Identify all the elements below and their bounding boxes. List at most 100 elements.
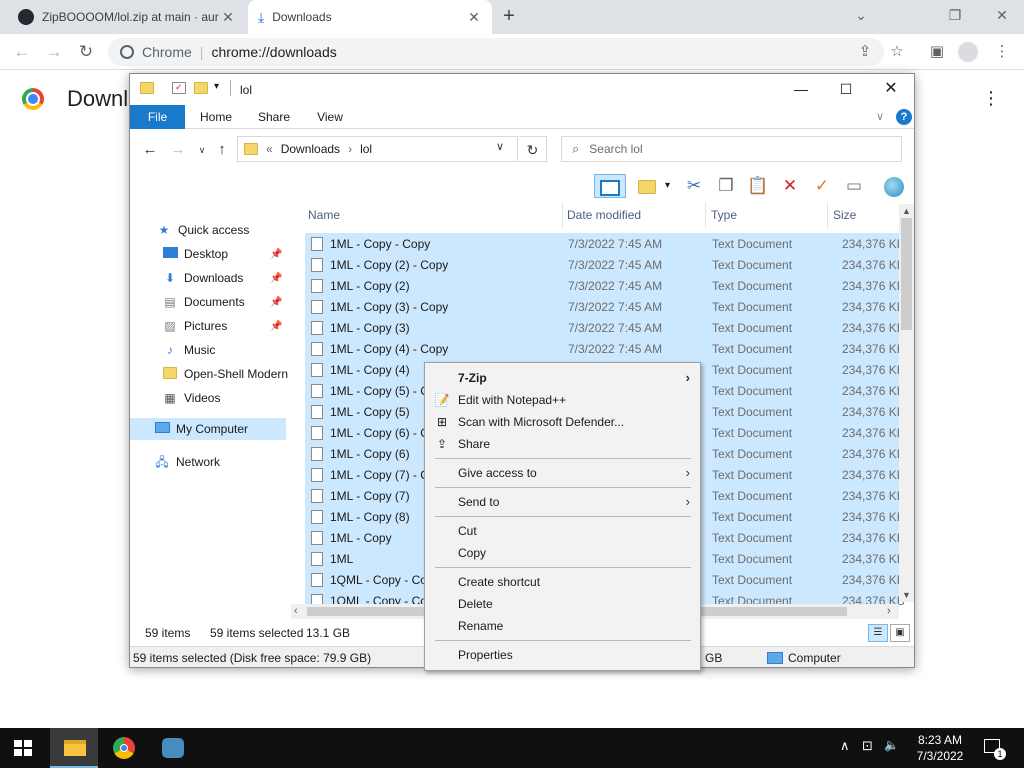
menu-item-properties[interactable]: Properties [425,644,700,666]
tab-home[interactable]: Home [192,105,240,129]
search-input[interactable]: ⌕ Search lol [561,136,902,162]
up-arrow-icon[interactable]: ↑ [212,140,232,160]
scroll-up-icon[interactable]: ▲ [902,206,911,216]
scroll-right-icon[interactable]: › [887,605,891,617]
close-window-button[interactable]: ✕ [982,4,1022,26]
file-row[interactable]: 1ML - Copy (3) - Copy 7/3/2022 7:45 AM Tex… [305,296,905,317]
menu-item-edit-with-notepad[interactable]: 📝 Edit with Notepad++ [425,389,700,411]
windows-start-icon[interactable] [14,740,32,756]
forward-button[interactable]: → [42,40,66,64]
share-page-icon[interactable]: ⇪ [855,42,875,62]
tab-file[interactable]: File [130,105,185,129]
file-row[interactable]: 1ML - Copy (2) - Copy 7/3/2022 7:45 AM Tex… [305,254,905,275]
scroll-down-icon[interactable]: ▼ [902,590,911,600]
help-icon[interactable]: ? [896,109,912,125]
restore-window-button[interactable]: ❐ [935,4,975,26]
minimize-button[interactable]: — [781,78,821,100]
forward-arrow-icon[interactable]: → [168,140,188,160]
column-size[interactable]: Size [830,202,910,228]
profile-avatar-icon[interactable] [958,42,978,62]
folder-options-icon[interactable] [635,174,659,198]
expand-ribbon-icon[interactable]: ∨ [876,110,884,123]
scroll-thumb[interactable] [901,218,912,330]
nav-pictures[interactable]: ▨ Pictures 📌 [130,315,298,337]
customize-qat-icon[interactable]: ▾ [214,81,219,92]
crumb-lol[interactable]: lol [360,142,372,156]
reload-button[interactable]: ↻ [74,40,98,64]
details-view-icon[interactable]: ☰ [868,624,888,642]
folder-options-dropdown-icon[interactable]: ▾ [665,180,670,191]
minimize-window-button[interactable]: ⌄ [841,4,881,26]
tab-github-lol-zip[interactable]: ZipBOOOOM/lol.zip at main · aur ✕ [8,0,246,34]
pin-icon[interactable]: 📌 [270,273,282,284]
clock[interactable]: 8:23 AM 7/3/2022 [900,732,980,764]
chrome-menu-icon[interactable]: ⋮ [992,42,1012,62]
menu-item-share[interactable]: ⇪ Share [425,433,700,455]
address-dropdown-icon[interactable]: ∨ [496,140,504,153]
nav-network[interactable]: 🖧 Network [130,451,298,473]
recent-locations-icon[interactable]: ∨ [192,140,212,160]
pin-icon[interactable]: 📌 [270,321,282,332]
check-icon[interactable]: ✓ [810,174,834,198]
bookmark-star-icon[interactable]: ☆ [887,42,907,62]
menu-item-rename[interactable]: Rename [425,615,700,637]
pin-icon[interactable]: 📌 [270,297,282,308]
menu-item-delete[interactable]: Delete [425,593,700,615]
taskbar-file-explorer[interactable] [50,728,98,768]
nav-open-shell-modern[interactable]: Open-Shell Modern [130,363,298,385]
vertical-scrollbar[interactable]: ▲ ▼ [899,204,914,602]
back-arrow-icon[interactable]: ← [140,140,160,160]
menu-item-copy[interactable]: Copy [425,542,700,564]
nav-my-computer[interactable]: My Computer [130,418,286,440]
delete-icon[interactable]: ✕ [778,174,802,198]
refresh-button[interactable]: ↻ [519,136,547,162]
tab-share[interactable]: Share [250,105,298,129]
column-name[interactable]: Name [305,202,563,228]
scroll-left-icon[interactable]: ‹ [294,605,298,617]
preview-pane-icon[interactable] [594,174,626,198]
copy-icon[interactable]: ❐ [714,174,738,198]
taskbar-chrome[interactable] [100,728,148,768]
menu-item-7-zip[interactable]: 7-Zip › [425,367,700,389]
menu-item-give-access-to[interactable]: Give access to › [425,462,700,484]
properties-icon[interactable]: ✓ [172,82,186,94]
menu-item-scan-with-microsoft-defender[interactable]: ⊞ Scan with Microsoft Defender... [425,411,700,433]
volume-icon[interactable]: 🔈 [884,738,899,752]
maximize-button[interactable]: ☐ [826,78,866,100]
address-overflow[interactable]: « [266,142,273,156]
column-date-modified[interactable]: Date modified [564,202,706,228]
file-row[interactable]: 1ML - Copy (2) 7/3/2022 7:45 AM Text Docum… [305,275,905,296]
close-tab-icon[interactable]: ✕ [466,9,482,26]
file-row[interactable]: 1ML - Copy (3) 7/3/2022 7:45 AM Text Docum… [305,317,905,338]
close-button[interactable]: ✕ [871,78,911,100]
side-panel-icon[interactable]: ▣ [927,42,947,62]
nav-music[interactable]: ♪ Music [130,339,298,361]
globe-icon[interactable] [882,174,906,198]
menu-item-create-shortcut[interactable]: Create shortcut [425,571,700,593]
taskbar-godot[interactable] [148,728,196,768]
nav-documents[interactable]: ▤ Documents 📌 [130,291,298,313]
tray-chevron-icon[interactable]: ∧ [840,738,850,754]
paste-icon[interactable]: 📋 [746,174,770,198]
new-tab-button[interactable]: + [498,6,520,28]
downloads-menu-icon[interactable]: ⋮ [982,88,1000,109]
large-icons-view-icon[interactable]: ▣ [890,624,910,642]
file-row[interactable]: 1ML - Copy - Copy 7/3/2022 7:45 AM Text Do… [305,233,905,254]
menu-item-send-to[interactable]: Send to › [425,491,700,513]
nav-downloads[interactable]: ⬇ Downloads 📌 [130,267,298,289]
back-button[interactable]: ← [10,40,34,64]
file-row[interactable]: 1ML - Copy (4) - Copy 7/3/2022 7:45 AM Tex… [305,338,905,359]
pin-icon[interactable]: 📌 [270,249,282,260]
network-tray-icon[interactable]: ⊡ [862,738,873,754]
cut-icon[interactable]: ✂ [682,174,706,198]
column-type[interactable]: Type [708,202,828,228]
tab-downloads[interactable]: ⤓ Downloads ✕ [248,0,492,34]
address-bar[interactable]: Chrome | chrome://downloads [108,38,884,66]
close-tab-icon[interactable]: ✕ [220,9,236,26]
crumb-downloads[interactable]: Downloads [281,142,340,156]
address-box[interactable]: « Downloads › lol [237,136,518,162]
rename-icon[interactable]: ▭ [842,174,866,198]
menu-item-cut[interactable]: Cut [425,520,700,542]
tab-view[interactable]: View [306,105,354,129]
nav-desktop[interactable]: Desktop 📌 [130,243,298,265]
